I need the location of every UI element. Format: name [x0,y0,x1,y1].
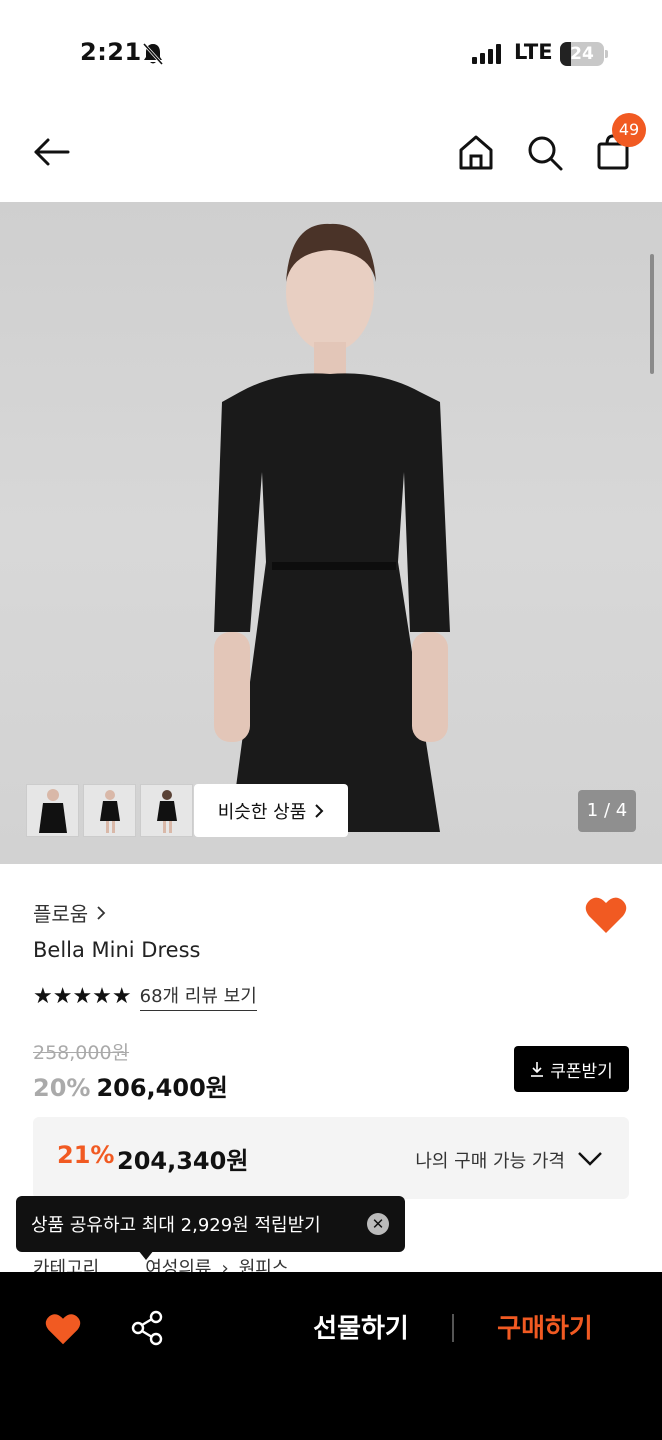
brand-link[interactable]: 플로움 [33,898,106,927]
product-name: Bella Mini Dress [33,938,201,962]
review-link[interactable]: 68개 리뷰 보기 [139,982,257,1011]
coupon-label: 쿠폰받기 [550,1061,613,1082]
my-price: 204,340원 [117,1147,249,1175]
product-image-gallery[interactable]: 비슷한 상품 1 / 4 [0,202,662,864]
discount-rate: 20% [33,1074,91,1102]
rating-row: ★★★★★ 68개 리뷰 보기 [33,982,257,1011]
status-time: 2:21 [80,38,142,66]
search-icon[interactable] [524,132,564,172]
chevron-right-icon [315,803,324,818]
original-price: 258,000원 [33,1042,130,1064]
bell-off-icon [142,42,164,66]
heart-icon[interactable] [44,1312,82,1346]
share-icon[interactable] [130,1310,164,1346]
price-row: 20% 206,400원 [33,1068,228,1103]
chevron-down-icon [578,1152,602,1166]
image-scrollbar[interactable] [650,254,654,374]
tooltip-arrow [138,1250,154,1260]
category-path-1[interactable]: 여성의류 [145,1254,211,1272]
category-label: 카테고리 [33,1258,100,1272]
network-type: LTE [514,40,553,64]
battery-cap [605,50,608,58]
bottom-action-bar: 선물하기 구매하기 [0,1272,662,1440]
image-page-indicator: 1 / 4 [578,790,636,832]
close-icon[interactable]: ✕ [367,1213,389,1235]
signal-icon [472,44,501,64]
sale-price: 206,400원 [96,1074,228,1102]
my-discount-rate: 21% [57,1141,115,1169]
similar-products-button[interactable]: 비슷한 상품 [194,784,348,837]
divider [452,1314,454,1342]
wishlist-heart-icon[interactable] [584,895,628,935]
brand-name: 플로움 [33,902,89,926]
back-arrow-icon[interactable] [32,132,72,172]
download-icon [531,1062,544,1077]
my-price-dropdown[interactable]: 21% 204,340원 나의 구매 가능 가격 [33,1117,629,1199]
battery-icon: 24 [560,42,604,66]
status-bar: 2:21 LTE 24 [0,0,662,100]
tooltip-text: 상품 공유하고 최대 2,929원 적립받기 [31,1215,321,1236]
thumbnail-3[interactable] [140,784,193,837]
gift-button[interactable]: 선물하기 [296,1308,426,1348]
top-nav [0,100,662,202]
battery-level: 24 [570,44,594,64]
buy-button[interactable]: 구매하기 [480,1308,610,1348]
thumbnail-1[interactable] [26,784,79,837]
cart-count-badge: 49 [612,113,646,147]
category-path-2[interactable]: 원피스 [239,1254,289,1272]
product-photo [214,223,450,832]
chevron-right-icon: › [221,1258,229,1272]
chevron-right-icon [97,905,106,920]
my-price-label: 나의 구매 가능 가격 [415,1151,565,1172]
coupon-download-button[interactable]: 쿠폰받기 [514,1046,629,1092]
thumbnail-2[interactable] [83,784,136,837]
similar-products-label: 비슷한 상품 [217,801,307,823]
star-rating: ★★★★★ [33,984,132,1009]
home-icon[interactable] [456,132,496,172]
share-reward-tooltip: 상품 공유하고 최대 2,929원 적립받기 [16,1196,405,1252]
category-breadcrumb: 카테고리 여성의류 › 원피스 [33,1254,288,1272]
thumbnail-strip [26,784,193,837]
